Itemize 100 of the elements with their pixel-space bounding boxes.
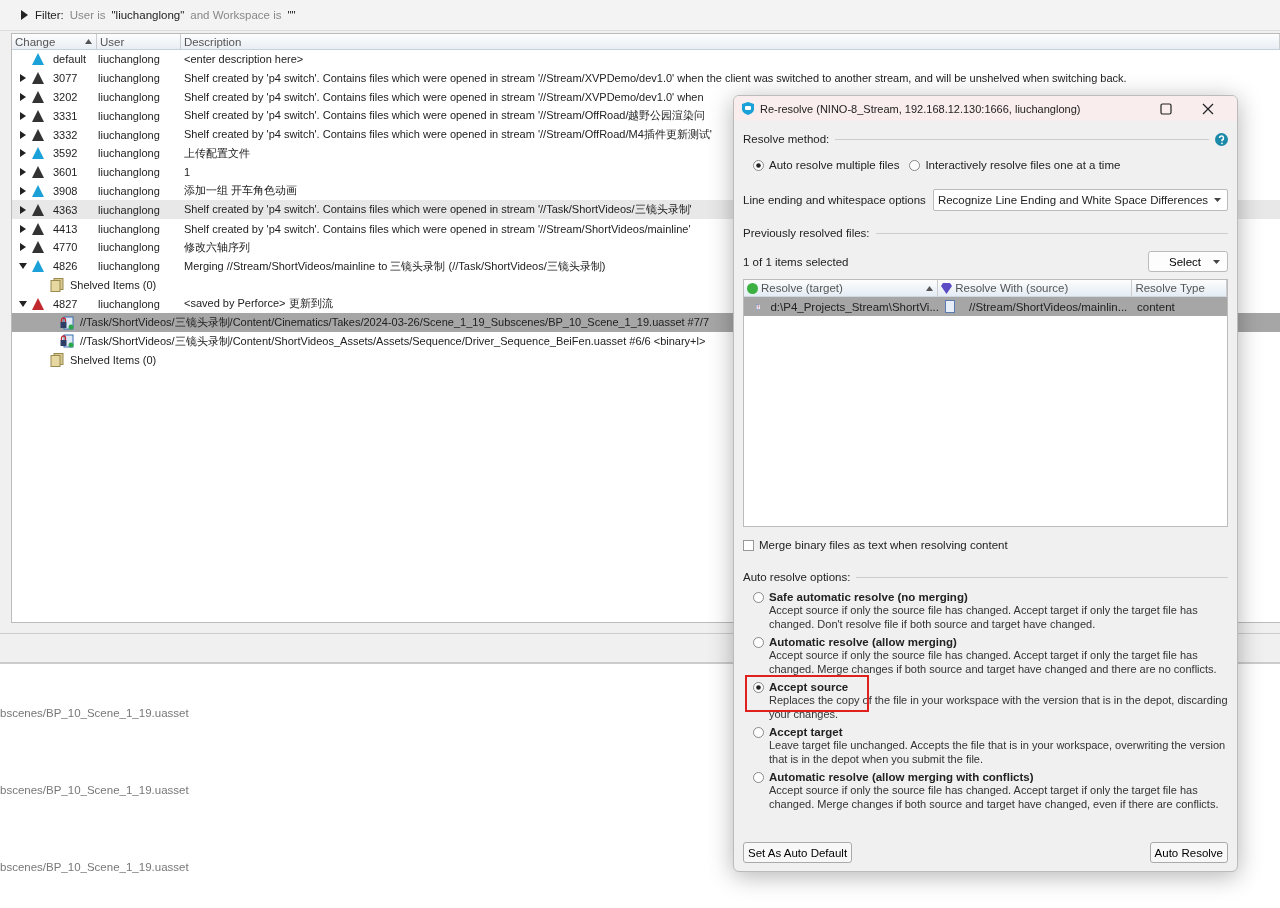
select-button[interactable]: Select [1148,251,1228,272]
option-title[interactable]: Automatic resolve (allow merging with conflicts) [769,770,1228,784]
caret-icon [1213,259,1220,264]
target-path: d:\P4_Projects_Stream\ShortVi... [770,300,939,313]
radio-button[interactable] [753,727,764,738]
close-icon[interactable] [1201,101,1215,116]
help-icon[interactable] [1215,132,1228,146]
option-title[interactable]: Accept target [769,725,1228,739]
file-path: //Task/ShortVideos/三镜头录制/Content/ShortVideos_Assets/Assets/Sequence/Driver_Sequence_BeiFen.uasset #6/6 <binary+l> [80,333,706,349]
column-header[interactable]: Resolve (target) [744,280,939,296]
change-number: 4827 [53,297,79,310]
caret-icon [1214,198,1221,202]
option-title[interactable]: Accept source [769,680,1228,694]
option-description: Accept source if only the source file has changed. Accept target if only the target file has changed. Don't resolve file if both source and target have changed. [769,604,1199,631]
file-path: bscenes/BP_10_Scene_1_19.uasset [0,784,189,798]
collapse-arrow-icon[interactable] [19,262,27,271]
expand-arrow-icon[interactable] [20,10,29,20]
locked-file-icon [60,315,74,330]
change-number: default [53,53,88,66]
shelf-icon [50,277,64,292]
collapse-arrow-icon[interactable] [19,299,27,308]
radio-label[interactable]: Auto resolve multiple files [769,159,900,171]
locked-file-icon [60,334,74,349]
expand-arrow-icon[interactable] [19,243,27,252]
expand-arrow-icon[interactable] [19,149,27,158]
change-description: Shelf created by 'p4 switch'. Contains files which were opened in stream '//Stream/XVPDemo/dev1.0' when the client was switched to another stream, and will be unshelved when switching back. [184,72,1127,85]
user-name: liuchanglong [98,203,161,216]
column-header[interactable]: Change [12,34,97,49]
change-description: 添加一组 开车角色动画 [184,183,298,199]
radio-button[interactable] [909,159,921,171]
user-name: liuchanglong [98,166,161,179]
user-name: liuchanglong [98,297,161,310]
change-description: Merging //Stream/ShortVideos/mainline to 三镜头录制 (//Task/ShortVideos/三镜头录制) [184,258,606,274]
user-name: liuchanglong [98,53,161,66]
expand-arrow-icon[interactable] [19,168,27,177]
change-description: 上传配置文件 [184,145,250,161]
maximize-icon[interactable] [1159,101,1173,116]
change-description: 修改六轴序列 [184,239,250,255]
radio-button[interactable] [753,592,764,603]
expand-arrow-icon[interactable] [19,74,27,83]
change-number: 3601 [53,166,79,179]
user-name: liuchanglong [98,241,161,254]
change-number: 4826 [53,260,79,273]
dialog-button[interactable]: Set As Auto Default [743,842,853,863]
radio-button[interactable] [753,637,764,648]
change-description: Shelf created by 'p4 switch'. Contains files which were opened in stream '//Task/ShortVideos/三镜头录制' [184,202,692,218]
change-description: Shelf created by 'p4 switch'. Contains files which were opened in stream '//Stream/OffRoad/越野公园渲染问 [184,108,706,124]
change-number: 3077 [53,72,79,85]
selection-count: 1 of 1 items selected [743,255,849,268]
radio-button[interactable] [753,772,764,783]
filter-text: "" [287,9,296,21]
checkbox[interactable] [743,539,754,551]
column-header[interactable]: Description [180,34,1280,49]
radio-label[interactable]: Interactively resolve files one at a time [925,159,1121,171]
radio-button[interactable] [753,159,764,171]
option-description: Accept source if only the source file has changed. Accept target if only the target file has changed. Merge changes if both source and target have changed and there are no conflicts. [769,649,1218,676]
line-ending-dropdown[interactable]: Recognize Line Ending and White Space Differences [932,189,1228,211]
file-path: //Task/ShortVideos/三镜头录制/Content/Cinematics/Takes/2024-03-26/Scene_1_19_Subscenes/BP_10_Scene_1_19.uasset #7/7 [80,315,709,331]
change-number: 4413 [53,222,79,235]
file-icon [945,300,955,313]
change-description: Shelf created by 'p4 switch'. Contains files which were opened in stream '//Stream/ShortVideos/mainline' [184,222,691,235]
change-number: 3908 [53,184,79,197]
radio-button[interactable] [753,682,764,693]
change-number: 4770 [53,241,79,254]
expand-arrow-icon[interactable] [19,111,27,120]
shelved-items-label: Shelved Items (0) [70,278,157,291]
column-header[interactable]: Resolve Type [1132,280,1227,296]
resolve-type: content [1137,300,1175,313]
field-label: Line ending and whitespace options [743,194,926,206]
expand-arrow-icon[interactable] [19,93,27,101]
change-description: Shelf created by 'p4 switch'. Contains files which were opened in stream '//Stream/OffRoad/M4插件更新测试' [184,127,712,143]
window-title: Re-resolve (NINO-8_Stream, 192.168.12.130:1666, liuchanglong) [760,102,1082,115]
change-number: 3331 [53,109,79,122]
user-name: liuchanglong [98,184,161,197]
change-number: 3332 [53,128,79,141]
expand-arrow-icon[interactable] [19,130,27,139]
checkbox-label[interactable]: Merge binary files as text when resolving content [759,539,1008,551]
expand-arrow-icon[interactable] [19,205,27,214]
expand-arrow-icon[interactable] [19,224,27,233]
change-description: <saved by Perforce> 更新到流 [184,296,333,312]
change-number: 3592 [53,147,79,160]
user-name: liuchanglong [98,260,161,273]
column-header[interactable]: Resolve With (source) [938,280,1133,296]
option-description: Accept source if only the source file has changed. Accept target if only the target file has changed. Merge changes if both source and target have changed, even if there are conflicts. [769,784,1220,811]
filter-text: User is [69,9,106,21]
user-name: liuchanglong [98,128,161,141]
user-name: liuchanglong [98,109,161,122]
column-header[interactable]: User [96,34,181,49]
expand-arrow-icon[interactable] [19,186,27,195]
filter-text: and Workspace is [190,9,282,21]
section-label: Auto resolve options: [743,571,851,583]
section-label: Resolve method: [743,133,830,145]
dialog-button[interactable]: Auto Resolve [1149,842,1228,863]
shield-icon [742,102,754,115]
change-description: <enter description here> [184,53,304,66]
option-title[interactable]: Automatic resolve (allow merging) [769,635,1228,649]
option-title[interactable]: Safe automatic resolve (no merging) [769,590,1228,604]
change-description: 1 [184,166,191,179]
user-name: liuchanglong [98,72,161,85]
filter-label: Filter: [35,9,64,21]
